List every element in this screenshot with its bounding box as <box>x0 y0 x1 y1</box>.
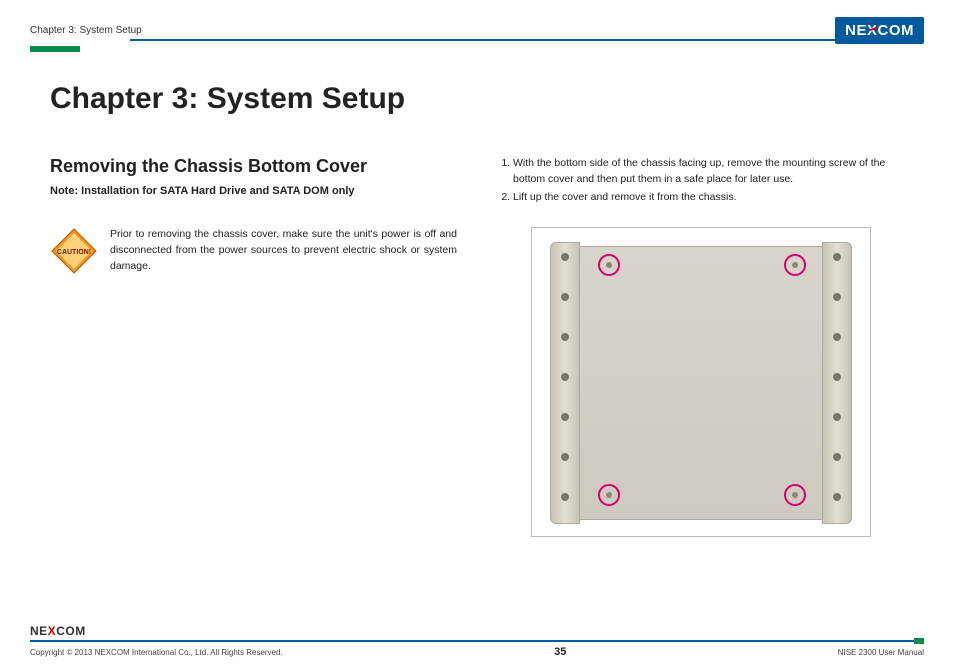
chapter-title: Chapter 3: System Setup <box>50 82 924 116</box>
screw-marker-icon <box>784 254 806 276</box>
steps-list: With the bottom side of the chassis faci… <box>497 156 904 205</box>
step-item: With the bottom side of the chassis faci… <box>513 156 904 188</box>
footer-logo: NEXCOM <box>30 624 924 638</box>
doc-reference: NISE 2300 User Manual <box>838 648 924 657</box>
footer-brand-post: COM <box>56 624 86 638</box>
chassis-rail-right <box>822 242 852 524</box>
footer-rule <box>30 640 924 642</box>
breadcrumb: Chapter 3: System Setup <box>30 25 142 36</box>
footer: NEXCOM Copyright © 2013 NEXCOM Internati… <box>30 624 924 658</box>
step-item: Lift up the cover and remove it from the… <box>513 190 904 206</box>
brand-x-icon: X <box>867 22 878 39</box>
section-heading: Removing the Chassis Bottom Cover <box>50 156 457 177</box>
screw-marker-icon <box>784 484 806 506</box>
chassis-rail-left <box>550 242 580 524</box>
header-rule <box>130 39 924 41</box>
chassis-image <box>531 227 871 537</box>
footer-brand-x-icon: X <box>48 624 57 638</box>
left-column: Removing the Chassis Bottom Cover Note: … <box>50 156 457 537</box>
copyright-text: Copyright © 2013 NEXCOM International Co… <box>30 648 283 657</box>
content-columns: Removing the Chassis Bottom Cover Note: … <box>30 156 924 537</box>
right-column: With the bottom side of the chassis faci… <box>497 156 904 537</box>
brand-post: COM <box>878 22 915 39</box>
caution-text: Prior to removing the chassis cover, mak… <box>110 227 457 274</box>
screw-marker-icon <box>598 254 620 276</box>
footer-brand-pre: NE <box>30 624 48 638</box>
caution-label: CAUTION! <box>57 249 91 256</box>
section-note: Note: Installation for SATA Hard Drive a… <box>50 185 457 197</box>
chassis-plate <box>570 246 834 520</box>
page-number: 35 <box>554 646 566 658</box>
screw-marker-icon <box>598 484 620 506</box>
chassis-figure <box>497 227 904 537</box>
footer-row: Copyright © 2013 NEXCOM International Co… <box>30 646 924 658</box>
caution-block: CAUTION! Prior to removing the chassis c… <box>50 227 457 275</box>
accent-bar-icon <box>30 46 80 52</box>
document-page: Chapter 3: System Setup NEXCOM Chapter 3… <box>0 0 954 672</box>
caution-icon: CAUTION! <box>50 227 98 275</box>
footer-accent-icon <box>914 638 924 644</box>
brand-pre: NE <box>845 22 867 39</box>
